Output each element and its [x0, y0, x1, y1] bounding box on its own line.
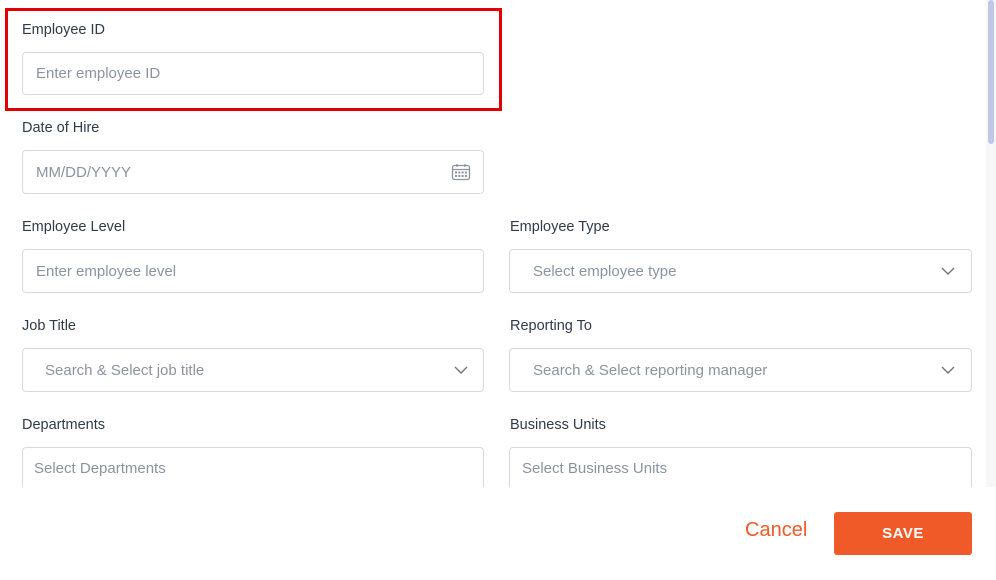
- reporting-to-placeholder: Search & Select reporting manager: [533, 361, 768, 379]
- chevron-down-icon: [941, 267, 955, 275]
- employee-level-label: Employee Level: [22, 219, 126, 235]
- highlight-box: [5, 8, 502, 111]
- save-button[interactable]: SAVE: [834, 512, 972, 555]
- employee-form: Employee ID Enter employee ID Date of Hi…: [0, 0, 986, 487]
- job-title-select[interactable]: Search & Select job title: [22, 348, 484, 392]
- business-units-placeholder: Select Business Units: [522, 460, 668, 477]
- employee-level-placeholder: Enter employee level: [36, 262, 177, 280]
- departments-placeholder: Select Departments: [34, 460, 166, 477]
- scrollbar-thumb[interactable]: [988, 0, 994, 144]
- employee-type-label: Employee Type: [510, 219, 610, 235]
- date-of-hire-input[interactable]: MM/DD/YYYY: [22, 150, 484, 194]
- employee-type-select[interactable]: Select employee type: [509, 249, 972, 293]
- business-units-select[interactable]: Select Business Units: [509, 447, 972, 487]
- employee-level-input[interactable]: Enter employee level: [22, 249, 484, 293]
- date-of-hire-placeholder: MM/DD/YYYY: [36, 163, 132, 181]
- job-title-label: Job Title: [22, 318, 76, 334]
- reporting-to-label: Reporting To: [510, 318, 592, 334]
- employee-type-placeholder: Select employee type: [533, 262, 677, 280]
- calendar-icon[interactable]: [451, 163, 471, 181]
- chevron-down-icon: [454, 366, 468, 374]
- reporting-to-select[interactable]: Search & Select reporting manager: [509, 348, 972, 392]
- job-title-placeholder: Search & Select job title: [45, 361, 205, 379]
- chevron-down-icon: [941, 366, 955, 374]
- business-units-label: Business Units: [510, 417, 606, 433]
- date-of-hire-label: Date of Hire: [22, 120, 100, 136]
- cancel-button[interactable]: Cancel: [745, 519, 807, 542]
- departments-label: Departments: [22, 417, 106, 433]
- departments-select[interactable]: Select Departments: [22, 447, 484, 487]
